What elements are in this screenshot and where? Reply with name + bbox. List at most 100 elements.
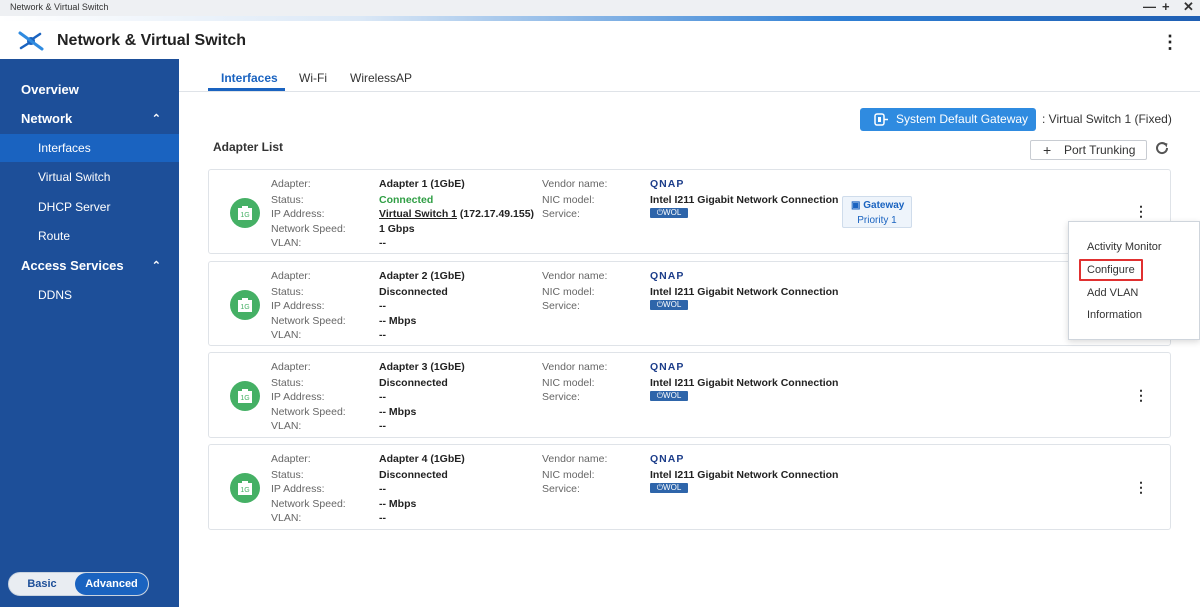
nic-model: Intel I211 Gigabit Network Connection [650,194,839,206]
adapter-kebab-icon[interactable]: ⋮ [1134,203,1148,220]
close-button[interactable]: ✕ [1183,0,1194,15]
vlan-label: VLAN: [271,420,302,432]
wol-badge: ⏻WOL [650,300,688,310]
wol-badge: ⏻WOL [650,208,688,218]
nic-label: NIC model: [542,194,595,206]
gateway-icon: ▣ [851,200,864,211]
ip-value: -- [379,300,386,312]
service-label: Service: [542,391,580,403]
nic-model: Intel I211 Gigabit Network Connection [650,377,839,389]
sidebar-item-label: Interfaces [38,141,91,155]
menu-item-add-vlan[interactable]: Add VLAN [1087,287,1138,299]
vendor-logo: QNAP [650,270,685,282]
ip-label: IP Address: [271,208,325,220]
port-speed-label: 1G [240,395,249,402]
ethernet-port-icon: 1G [230,381,260,411]
ip-value: -- [379,483,386,495]
status-value: Disconnected [379,286,448,298]
wol-label: WOL [663,300,682,309]
speed-label: Network Speed: [271,498,346,510]
basic-mode-button[interactable]: Basic [9,573,75,595]
ip-value: Virtual Switch 1 (172.17.49.155) [379,208,534,220]
ethernet-port-icon: 1G [238,481,252,495]
sidebar-item-overview[interactable]: Overview [0,76,179,104]
wol-label: WOL [663,483,682,492]
adapter-kebab-icon[interactable]: ⋮ [1134,387,1148,404]
vlan-value: -- [379,420,386,432]
active-tab-indicator [208,88,285,91]
sidebar-item-network[interactable]: Network ⌃ [0,105,179,133]
adapter-card-4: 1G Adapter: Status: IP Address: Network … [208,444,1171,530]
sidebar-item-label: DDNS [38,288,73,302]
tab-interfaces[interactable]: Interfaces [221,71,278,85]
vlan-value: -- [379,329,386,341]
priority-label: Priority 1 [857,215,897,226]
gateway-info: : Virtual Switch 1 (Fixed) [1042,112,1172,126]
sidebar-item-label: Overview [21,82,79,97]
adapter-name: Adapter 1 (1GbE) [379,178,465,190]
vendor-logo: QNAP [650,178,685,190]
adapter-label: Adapter: [271,453,311,465]
menu-item-information[interactable]: Information [1087,309,1142,321]
sidebar-item-label: Virtual Switch [38,170,111,184]
vendor-logo: QNAP [650,453,685,465]
kebab-menu-icon[interactable]: ⋮ [1160,33,1180,53]
wol-badge: ⏻WOL [650,483,688,493]
status-value: Disconnected [379,469,448,481]
adapter-card-1: 1G Adapter: Status: IP Address: Network … [208,169,1171,254]
port-trunking-button[interactable]: + Port Trunking [1030,140,1147,160]
service-label: Service: [542,300,580,312]
sidebar-item-dhcp-server[interactable]: DHCP Server [0,193,179,221]
sidebar-item-interfaces[interactable]: Interfaces [0,134,179,162]
tab-wifi[interactable]: Wi-Fi [299,71,327,85]
ip-label: IP Address: [271,391,325,403]
ethernet-port-icon: 1G [230,198,260,228]
adapter-name: Adapter 2 (1GbE) [379,270,465,282]
minimize-button[interactable]: — [1143,0,1156,14]
service-label: Service: [542,208,580,220]
status-label: Status: [271,286,304,298]
speed-value: -- Mbps [379,315,417,327]
adapter-label: Adapter: [271,270,311,282]
sidebar-item-route[interactable]: Route [0,222,179,250]
adapter-card-3: 1G Adapter: Status: IP Address: Network … [208,352,1171,438]
sidebar-item-label: DHCP Server [38,200,111,214]
menu-item-activity-monitor[interactable]: Activity Monitor [1087,241,1162,253]
adapter-kebab-icon[interactable]: ⋮ [1134,479,1148,496]
gateway-button-label: System Default Gateway [896,112,1029,126]
status-value: Connected [379,194,434,206]
vendor-label: Vendor name: [542,361,608,373]
gateway-text: Gateway [863,200,905,211]
ethernet-port-icon: 1G [230,290,260,320]
sidebar: Overview Network ⌃ Interfaces Virtual Swi… [0,59,179,607]
gateway-icon [874,113,888,126]
ip-value: -- [379,391,386,403]
vlan-value: -- [379,512,386,524]
advanced-mode-button[interactable]: Advanced [75,573,148,595]
vlan-label: VLAN: [271,512,302,524]
status-label: Status: [271,469,304,481]
speed-value: -- Mbps [379,498,417,510]
nic-label: NIC model: [542,286,595,298]
ethernet-port-icon: 1G [238,206,252,220]
chevron-up-icon: ⌃ [151,113,161,125]
sidebar-item-ddns[interactable]: DDNS [0,281,179,309]
sidebar-item-access-services[interactable]: Access Services ⌃ [0,252,179,280]
tab-wirelessap[interactable]: WirelessAP [350,71,412,85]
speed-label: Network Speed: [271,223,346,235]
service-label: Service: [542,483,580,495]
refresh-icon[interactable] [1154,140,1170,156]
port-speed-label: 1G [240,212,249,219]
gateway-priority-badge: ▣ Gateway Priority 1 [842,196,912,228]
status-label: Status: [271,194,304,206]
system-default-gateway-button[interactable]: System Default Gateway [860,108,1036,131]
vlan-label: VLAN: [271,329,302,341]
virtual-switch-link[interactable]: Virtual Switch 1 [379,208,457,220]
maximize-button[interactable]: + [1162,0,1170,14]
vlan-value: -- [379,237,386,249]
vendor-label: Vendor name: [542,270,608,282]
status-label: Status: [271,377,304,389]
sidebar-item-virtual-switch[interactable]: Virtual Switch [0,163,179,191]
network-switch-app-icon [18,31,44,51]
status-value: Disconnected [379,377,448,389]
